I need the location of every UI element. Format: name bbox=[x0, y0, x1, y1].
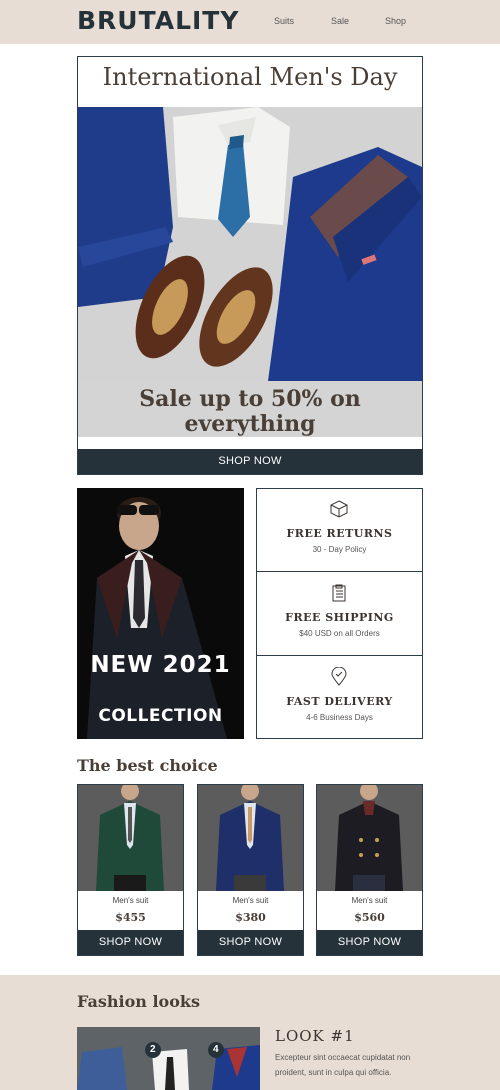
hero-shop-now-button[interactable]: SHOP NOW bbox=[78, 449, 422, 474]
suit-illustration bbox=[317, 785, 422, 891]
product-price: $455 bbox=[115, 911, 146, 924]
nav-item-suits[interactable]: Suits bbox=[274, 16, 294, 26]
feature-fast-delivery: FAST DELIVERY 4-6 Business Days bbox=[257, 657, 422, 740]
product-card: Men's suit $560 SHOP NOW bbox=[316, 784, 423, 956]
best-choice-title: The best choice bbox=[77, 756, 218, 775]
feature-free-shipping: FREE SHIPPING $40 USD on all Orders bbox=[257, 573, 422, 656]
product-name: Men's suit bbox=[351, 896, 388, 905]
nav-item-shop[interactable]: Shop bbox=[385, 16, 406, 26]
product-image[interactable] bbox=[78, 785, 183, 891]
new-collection-banner[interactable]: NEW 2021 COLLECTION bbox=[77, 488, 244, 739]
hero-banner: International Men's Day Sale up to 50% o… bbox=[77, 56, 423, 475]
product-card: Men's suit $380 SHOP NOW bbox=[197, 784, 304, 956]
look-image[interactable]: 2 4 bbox=[77, 1027, 260, 1090]
feature-free-returns: FREE RETURNS 30 - Day Policy bbox=[257, 489, 422, 572]
product-card: Men's suit $455 SHOP NOW bbox=[77, 784, 184, 956]
sale-line-2: everything bbox=[184, 411, 316, 437]
product-name: Men's suit bbox=[232, 896, 269, 905]
product-price: $380 bbox=[235, 911, 266, 924]
product-image[interactable] bbox=[198, 785, 303, 891]
feature-title: FREE SHIPPING bbox=[285, 611, 394, 624]
look-badge: 2 bbox=[150, 1044, 156, 1055]
feature-title: FAST DELIVERY bbox=[286, 695, 393, 708]
product-image[interactable] bbox=[317, 785, 422, 891]
look-title: LOOK #1 bbox=[275, 1027, 355, 1045]
collection-title: NEW 2021 bbox=[90, 652, 231, 678]
fashion-looks-title: Fashion looks bbox=[77, 992, 200, 1011]
brand-logo[interactable]: BRUTALITY bbox=[77, 6, 239, 35]
look-description: Excepteur sint occaecat cupidatat non pr… bbox=[275, 1053, 411, 1077]
look-badge: 4 bbox=[213, 1044, 219, 1055]
model-illustration bbox=[77, 488, 244, 739]
feature-subtitle: 4-6 Business Days bbox=[306, 713, 373, 722]
box-icon bbox=[330, 500, 348, 518]
look-illustration bbox=[77, 1027, 260, 1090]
suit-illustration bbox=[78, 785, 183, 891]
nav-item-sale[interactable]: Sale bbox=[331, 16, 349, 26]
feature-subtitle: 30 - Day Policy bbox=[312, 545, 367, 554]
product-shop-now-button[interactable]: SHOP NOW bbox=[317, 930, 422, 955]
product-name: Men's suit bbox=[112, 896, 149, 905]
sale-line-1: Sale up to 50% on bbox=[139, 386, 361, 412]
product-shop-now-button[interactable]: SHOP NOW bbox=[198, 930, 303, 955]
features-panel: FREE RETURNS 30 - Day Policy FREE SHIPPI… bbox=[256, 488, 423, 739]
location-pin-icon bbox=[331, 667, 347, 686]
feature-subtitle: $40 USD on all Orders bbox=[299, 629, 380, 638]
product-price: $560 bbox=[354, 911, 385, 924]
suit-flatlay-illustration bbox=[78, 107, 422, 381]
product-shop-now-button[interactable]: SHOP NOW bbox=[78, 930, 183, 955]
header-bar: BRUTALITY Suits Sale Shop bbox=[0, 0, 500, 44]
collection-subtitle: COLLECTION bbox=[98, 706, 223, 726]
clipboard-icon bbox=[332, 584, 346, 602]
feature-title: FREE RETURNS bbox=[286, 527, 393, 540]
suit-illustration bbox=[198, 785, 303, 891]
hero-sale-text: Sale up to 50% on everything bbox=[78, 387, 422, 437]
hero-title: International Men's Day bbox=[102, 63, 398, 91]
